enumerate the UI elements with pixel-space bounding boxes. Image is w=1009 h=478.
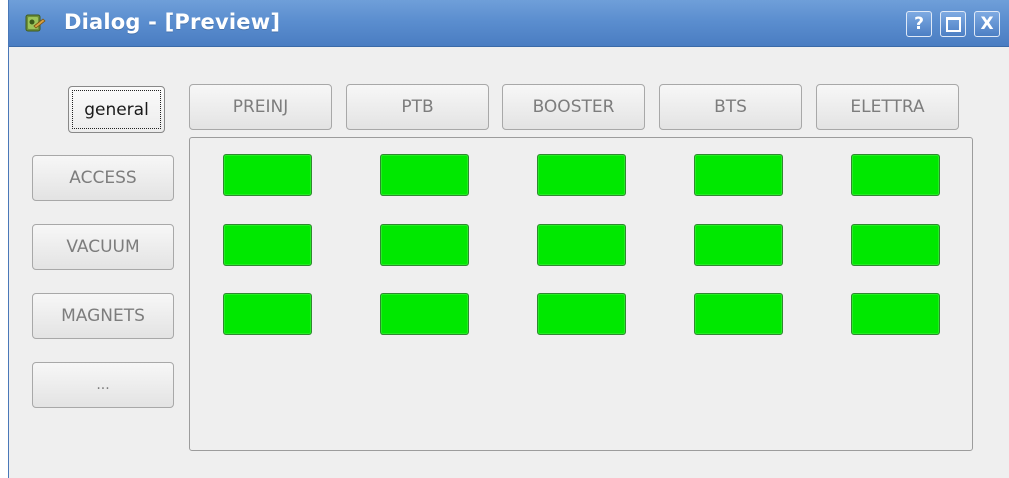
window-title: Dialog - [Preview] — [64, 10, 281, 34]
side-button-label: ACCESS — [69, 168, 137, 188]
status-indicator[interactable] — [694, 154, 783, 196]
top-button-preinj[interactable]: PREINJ — [189, 84, 332, 130]
status-indicator[interactable] — [223, 293, 312, 335]
status-panel — [189, 137, 973, 451]
side-button-label: VACUUM — [66, 237, 140, 257]
status-indicator[interactable] — [223, 224, 312, 266]
status-indicator[interactable] — [851, 224, 940, 266]
close-icon: X — [980, 14, 994, 34]
close-button[interactable]: X — [974, 11, 1000, 37]
top-button-elettra[interactable]: ELETTRA — [816, 84, 959, 130]
side-button-general[interactable]: general — [68, 86, 165, 133]
top-button-label: BOOSTER — [532, 97, 615, 117]
status-indicator[interactable] — [537, 224, 626, 266]
status-indicator[interactable] — [694, 293, 783, 335]
status-indicator[interactable] — [223, 154, 312, 196]
side-button-more[interactable]: ... — [32, 362, 174, 408]
side-button-vacuum[interactable]: VACUUM — [32, 224, 174, 270]
side-button-label: ... — [96, 377, 110, 393]
title-bar[interactable]: Dialog - [Preview] ? X — [9, 0, 1009, 47]
side-button-access[interactable]: ACCESS — [32, 155, 174, 201]
maximize-button[interactable] — [940, 11, 966, 37]
top-button-label: ELETTRA — [850, 97, 925, 117]
help-icon: ? — [914, 14, 924, 34]
status-indicator[interactable] — [537, 293, 626, 335]
status-indicator[interactable] — [694, 224, 783, 266]
help-button[interactable]: ? — [906, 11, 932, 37]
top-button-label: PTB — [401, 97, 434, 117]
top-button-bts[interactable]: BTS — [659, 84, 802, 130]
status-indicator[interactable] — [851, 293, 940, 335]
status-indicator[interactable] — [380, 224, 469, 266]
status-indicator[interactable] — [537, 154, 626, 196]
status-indicator[interactable] — [380, 154, 469, 196]
top-button-label: BTS — [714, 97, 747, 117]
focus-ring — [72, 90, 161, 129]
status-indicator[interactable] — [851, 154, 940, 196]
side-button-label: MAGNETS — [61, 306, 145, 326]
status-indicator[interactable] — [380, 293, 469, 335]
dialog-window: Dialog - [Preview] ? X general ACCESS VA… — [8, 0, 1009, 478]
top-button-label: PREINJ — [232, 97, 289, 117]
top-button-ptb[interactable]: PTB — [346, 84, 489, 130]
maximize-icon — [945, 16, 961, 32]
app-icon — [25, 14, 47, 34]
top-button-booster[interactable]: BOOSTER — [502, 84, 645, 130]
side-button-magnets[interactable]: MAGNETS — [32, 293, 174, 339]
